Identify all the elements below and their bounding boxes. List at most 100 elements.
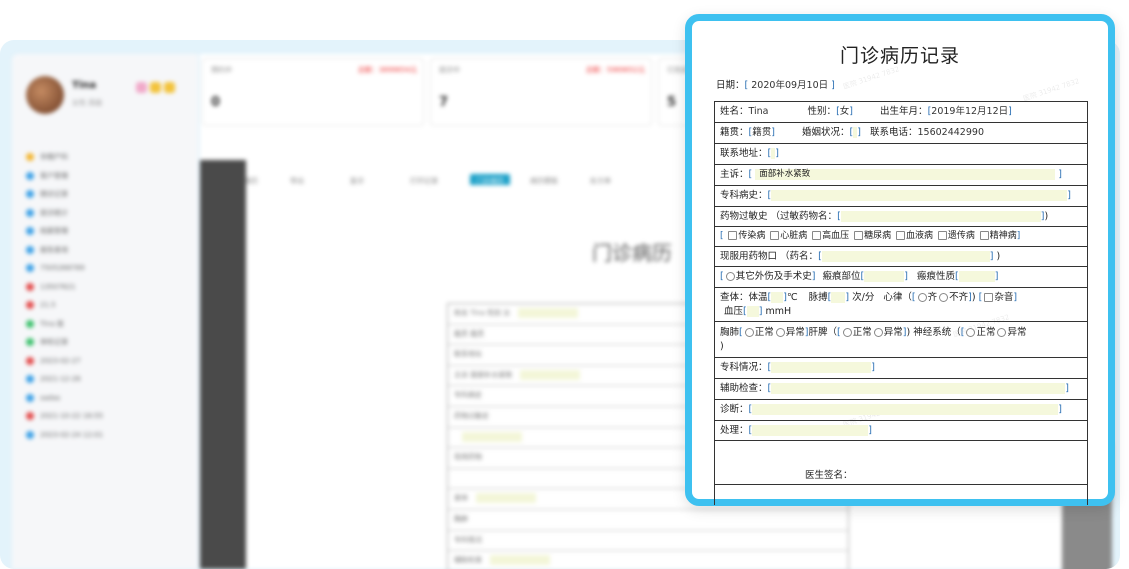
background-row-label: 专科情况 bbox=[454, 535, 482, 544]
watermark: 医院 31942 7832 bbox=[1022, 77, 1081, 103]
row-complaint: 主诉：[ 面部补水紧致 ] bbox=[715, 165, 1087, 186]
background-row-label: 主诉 面部补水紧致 bbox=[454, 370, 513, 379]
radio-icon[interactable] bbox=[939, 293, 949, 302]
temperature-field[interactable] bbox=[771, 292, 784, 303]
checkbox-icon[interactable] bbox=[984, 293, 994, 302]
radio-icon[interactable] bbox=[725, 272, 735, 281]
sidebar-item[interactable]: 随访记录 bbox=[26, 185, 194, 204]
birth-field[interactable]: 2019年12月12日 bbox=[931, 106, 1008, 117]
sidebar-list: 孕期产科客户管理随访记录就诊统计 档案管理报告查询 7505268789 135076… bbox=[26, 148, 194, 444]
status-dot-icon bbox=[26, 264, 34, 272]
checkbox-icon bbox=[854, 231, 864, 240]
sidebar-item-label: 21.5 bbox=[40, 301, 56, 309]
aux-exam-field[interactable] bbox=[771, 383, 1066, 394]
sidebar-item[interactable]: 2021-12-26 bbox=[26, 370, 194, 389]
avatar bbox=[26, 76, 64, 114]
sidebar-item[interactable]: Tina 医 bbox=[26, 315, 194, 334]
disease-option[interactable]: 传染病 bbox=[726, 231, 765, 241]
row-chest-liver-nerve: 胸肺[正常 异常]肝脾（[正常 异常]) 神经系统（[正常 异常) bbox=[715, 322, 1087, 358]
sidebar-item[interactable]: 7505268789 bbox=[26, 259, 194, 278]
status-badges bbox=[136, 78, 178, 97]
row-treatment: 处理：[] bbox=[715, 421, 1087, 441]
card-title: 预约中 bbox=[211, 66, 232, 74]
background-input bbox=[476, 493, 536, 504]
status-dot-icon bbox=[26, 301, 34, 309]
sidebar-item-label: 2021-10-22 16:55 bbox=[40, 412, 104, 420]
status-dot-icon bbox=[26, 412, 34, 420]
summary-card[interactable]: 预约中 总额：3899654元 0 bbox=[202, 58, 424, 126]
status-dot-icon bbox=[26, 171, 34, 180]
sidebar-item[interactable]: 档案管理 bbox=[26, 222, 194, 241]
diagnosis-field[interactable] bbox=[752, 404, 1059, 415]
sidebar-item[interactable]: sadas bbox=[26, 389, 194, 408]
record-table: 姓名：Tina 性别：[女] 出生年月：[2019年12月12日] 籍贯：[籍贯… bbox=[714, 101, 1088, 505]
background-doc-title: 门诊病历 bbox=[592, 241, 672, 265]
radio-icon[interactable] bbox=[744, 328, 754, 337]
sidebar-item-label: 报告查询 bbox=[40, 245, 68, 254]
sidebar-item[interactable]: 2021-10-22 16:55 bbox=[26, 407, 194, 426]
radio-icon[interactable] bbox=[842, 328, 852, 337]
background-row-label: 药物过敏史 bbox=[454, 411, 489, 420]
sidebar-item-label: Tina 医 bbox=[40, 319, 64, 328]
phone-field[interactable]: 15602442990 bbox=[918, 127, 985, 138]
treatment-field[interactable] bbox=[752, 425, 869, 436]
disease-option[interactable]: 糖尿病 bbox=[852, 231, 891, 241]
dark-side-panel bbox=[200, 160, 246, 569]
watermark: 医院 31942 7832 bbox=[842, 65, 901, 91]
card-value: 5 bbox=[667, 95, 677, 110]
sidebar-item-label: 客户管理 bbox=[40, 171, 68, 180]
row-trauma: [其它外伤及手术史] 瘢痕部位[] 瘢痕性质[] bbox=[715, 267, 1087, 288]
background-table-row: 辅助检查 bbox=[448, 551, 848, 569]
blood-pressure-field[interactable] bbox=[746, 306, 759, 317]
sidebar-item[interactable]: 报告查询 bbox=[26, 241, 194, 260]
native-field[interactable]: 籍贯 bbox=[752, 127, 771, 138]
specialty-field[interactable] bbox=[771, 362, 872, 373]
sidebar-item[interactable]: 21.5 bbox=[26, 296, 194, 315]
background-row-label: 联系地址 bbox=[454, 350, 482, 359]
medical-record-popup: 医院 31942 7832 医院 31942 7832 医院 31942 783… bbox=[685, 14, 1115, 506]
card-title: 就诊中 bbox=[439, 66, 460, 74]
radio-icon[interactable] bbox=[917, 293, 927, 302]
row-diagnosis: 诊断：[] bbox=[715, 400, 1087, 421]
radio-icon[interactable] bbox=[997, 328, 1007, 337]
sidebar-item[interactable]: 13507621 bbox=[26, 278, 194, 297]
sidebar-item-label: 13507621 bbox=[40, 282, 76, 291]
disease-option[interactable]: 遗传病 bbox=[936, 231, 975, 241]
background-row-label: 姓名 Tina 性别 女 bbox=[454, 309, 511, 317]
name-field[interactable]: Tina bbox=[749, 106, 769, 117]
card-alert: 总额：3899654元 bbox=[357, 66, 417, 74]
row-allergy: 药物过敏史 （过敏药物名：[]) bbox=[715, 207, 1087, 227]
radio-icon[interactable] bbox=[775, 328, 785, 337]
sidebar-item-label: 随访记录 bbox=[40, 190, 68, 198]
radio-icon[interactable] bbox=[966, 328, 976, 337]
disease-option[interactable]: 心脏病 bbox=[768, 231, 807, 241]
sidebar-item[interactable]: 客户管理 bbox=[26, 167, 194, 186]
status-dot-icon bbox=[26, 375, 34, 383]
sidebar-item-label: 体检记录 bbox=[40, 338, 68, 346]
sidebar-item[interactable]: 体检记录 bbox=[26, 333, 194, 352]
meds-field[interactable] bbox=[821, 251, 990, 262]
card-value: 7 bbox=[439, 95, 449, 110]
status-dot-icon bbox=[26, 208, 34, 217]
history-field[interactable] bbox=[771, 190, 1068, 201]
sidebar-item[interactable]: 2023-02-24 12:01 bbox=[26, 426, 194, 445]
checkbox-icon bbox=[979, 231, 989, 240]
complaint-field[interactable]: 面部补水紧致 bbox=[755, 169, 1056, 180]
checkbox-icon bbox=[812, 231, 822, 240]
radio-icon[interactable] bbox=[873, 328, 883, 337]
scar-nature-field[interactable] bbox=[958, 271, 995, 282]
allergy-field[interactable] bbox=[840, 211, 1041, 222]
disease-option[interactable]: 高血压 bbox=[810, 231, 849, 241]
gender-field[interactable]: 女 bbox=[840, 106, 850, 117]
scar-site-field[interactable] bbox=[864, 271, 905, 282]
summary-card[interactable]: 就诊中 总额：5969652元 7 bbox=[430, 58, 652, 126]
sidebar-item[interactable]: 孕期产科 bbox=[26, 148, 194, 167]
disease-option[interactable]: 血液病 bbox=[894, 231, 933, 241]
pulse-field[interactable] bbox=[831, 292, 846, 303]
sidebar-item[interactable]: 就诊统计 bbox=[26, 204, 194, 223]
disease-option[interactable]: 精神病 bbox=[978, 231, 1017, 241]
background-row-label: 专科病史 bbox=[454, 391, 482, 400]
user-subtitle: 女性 高级 bbox=[72, 99, 103, 107]
row-auxiliary-exam: 辅助检查：[] bbox=[715, 379, 1087, 400]
sidebar-item[interactable]: 2023-02-27 bbox=[26, 352, 194, 371]
